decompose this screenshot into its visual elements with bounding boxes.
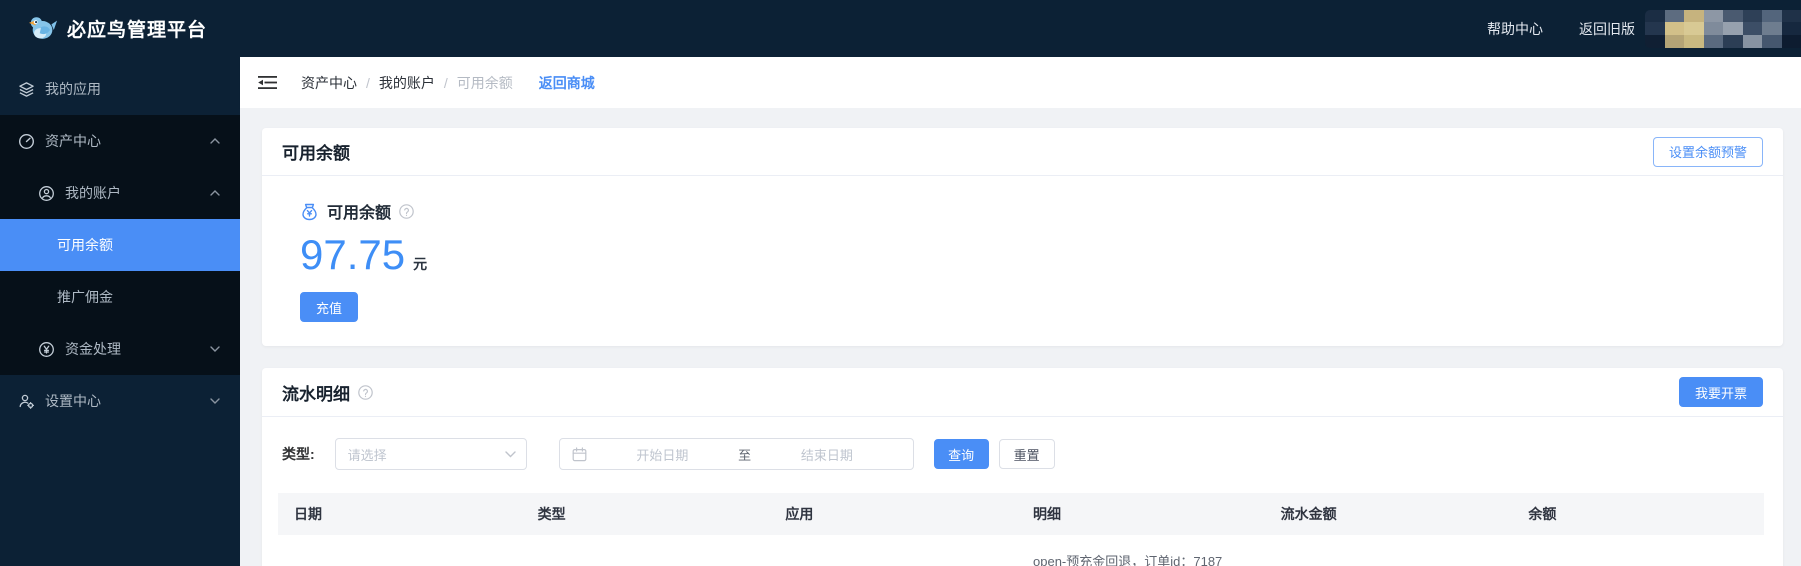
- table-header-row: 日期 类型 应用 明细 流水金额 余额: [278, 493, 1764, 535]
- sidebar-item-settings-center[interactable]: 设置中心: [0, 375, 240, 427]
- sidebar-item-label: 我的账户: [65, 185, 121, 201]
- sidebar-item-fund-processing[interactable]: 资金处理: [0, 323, 240, 375]
- calendar-icon: [572, 446, 587, 462]
- type-filter-label: 类型:: [282, 446, 315, 462]
- column-header-amount: 流水金额: [1280, 506, 1337, 522]
- balance-card: 可用余额 设置余额预警 可用余额 97.75 元 充值: [262, 128, 1783, 346]
- set-balance-alert-button[interactable]: 设置余额预警: [1652, 136, 1763, 167]
- sidebar-item-label: 资金处理: [65, 341, 121, 357]
- start-date-placeholder: 开始日期: [636, 447, 689, 463]
- column-header-type: 类型: [537, 506, 566, 522]
- date-range-separator: 至: [738, 447, 752, 463]
- gauge-icon: [18, 133, 35, 150]
- sidebar-item-my-apps[interactable]: 我的应用: [0, 63, 240, 115]
- menu-fold-icon[interactable]: [258, 75, 277, 90]
- sidebar-item-available-balance[interactable]: 可用余额: [0, 219, 240, 271]
- recharge-button[interactable]: 充值: [300, 292, 358, 323]
- sidebar: 我的应用 资产中心 我的账户 可用余额 推广佣金 资金处理 设置中心: [0, 57, 240, 566]
- breadcrumb-my-account[interactable]: 我的账户: [379, 73, 435, 93]
- cell-amount: [1269, 535, 1517, 566]
- asset-center-submenu: 资产中心 我的账户 可用余额 推广佣金 资金处理: [0, 115, 240, 375]
- chevron-down-icon: [210, 398, 220, 404]
- sidebar-item-my-account[interactable]: 我的账户: [0, 167, 240, 219]
- breadcrumb-current: 可用余额: [456, 74, 513, 91]
- sidebar-item-label: 资产中心: [45, 133, 101, 149]
- page-content: 可用余额 设置余额预警 可用余额 97.75 元 充值 流水明细 我要开票 类型…: [240, 108, 1801, 566]
- chevron-up-icon: [210, 190, 220, 196]
- sidebar-item-label: 可用余额: [57, 237, 113, 253]
- sidebar-item-asset-center[interactable]: 资产中心: [0, 115, 240, 167]
- app-title: 必应鸟管理平台: [67, 20, 208, 41]
- request-invoice-button[interactable]: 我要开票: [1679, 377, 1763, 407]
- filter-row: 类型: 请选择 开始日期 至 结束日期 查询 重置: [262, 438, 1783, 470]
- sidebar-item-label: 推广佣金: [57, 289, 113, 305]
- date-range-picker[interactable]: 开始日期 至 结束日期: [558, 438, 914, 470]
- table-row: open-预充金回退，订单id：7187: [278, 535, 1764, 566]
- back-to-mall-link[interactable]: 返回商城: [539, 73, 595, 93]
- user-circle-icon: [38, 185, 55, 202]
- reset-button[interactable]: 重置: [998, 439, 1055, 469]
- select-placeholder: 请选择: [347, 447, 387, 463]
- column-header-balance: 余额: [1528, 506, 1557, 522]
- chevron-down-icon: [210, 346, 220, 352]
- type-select[interactable]: 请选择: [334, 438, 527, 470]
- user-gear-icon: [18, 393, 35, 410]
- column-header-detail: 明细: [1033, 506, 1061, 522]
- column-header-app: 应用: [785, 506, 814, 522]
- balance-label: 可用余额: [327, 205, 392, 222]
- statement-table: 日期 类型 应用 明细 流水金额 余额 open-预充金回退，订单id：7187: [278, 493, 1764, 566]
- statement-card: 流水明细 我要开票 类型: 请选择 开始日期 至 结束日期 查询 重置 日期 类…: [262, 368, 1783, 566]
- help-question-icon[interactable]: [399, 203, 414, 219]
- breadcrumb-bar: 资产中心 / 我的账户 / 可用余额 返回商城: [240, 57, 1801, 108]
- help-center-link[interactable]: 帮助中心: [1487, 19, 1543, 39]
- layers-icon: [18, 81, 35, 98]
- sidebar-item-label: 设置中心: [45, 393, 101, 409]
- logo-bird-icon: [28, 14, 58, 44]
- return-old-version-link[interactable]: 返回旧版: [1579, 19, 1635, 39]
- sidebar-item-label: 我的应用: [45, 81, 101, 97]
- sidebar-item-promotion-commission[interactable]: 推广佣金: [0, 271, 240, 323]
- balance-card-title: 可用余额: [282, 144, 350, 163]
- cell-date: [278, 535, 526, 566]
- chevron-down-icon: [504, 450, 516, 458]
- cell-type: [526, 535, 774, 566]
- cell-app: [773, 535, 1021, 566]
- cell-detail: open-预充金回退，订单id：7187: [1033, 554, 1223, 566]
- money-bag-icon: [300, 202, 319, 221]
- user-account-redacted[interactable]: [1645, 9, 1801, 48]
- balance-amount: 97.75: [300, 231, 406, 278]
- top-header: 必应鸟管理平台 帮助中心 返回旧版: [0, 0, 1801, 57]
- breadcrumb-asset-center[interactable]: 资产中心: [301, 73, 357, 93]
- chevron-up-icon: [210, 138, 220, 144]
- query-button[interactable]: 查询: [933, 439, 989, 469]
- cell-balance: [1516, 535, 1764, 566]
- breadcrumb-separator: /: [366, 74, 370, 91]
- yen-circle-icon: [38, 341, 55, 358]
- balance-unit: 元: [413, 256, 428, 272]
- column-header-date: 日期: [294, 506, 322, 522]
- end-date-placeholder: 结束日期: [800, 447, 853, 463]
- brand: 必应鸟管理平台: [28, 14, 207, 44]
- help-question-icon[interactable]: [358, 384, 373, 400]
- statement-card-title: 流水明细: [282, 384, 350, 404]
- breadcrumb-separator: /: [443, 74, 448, 91]
